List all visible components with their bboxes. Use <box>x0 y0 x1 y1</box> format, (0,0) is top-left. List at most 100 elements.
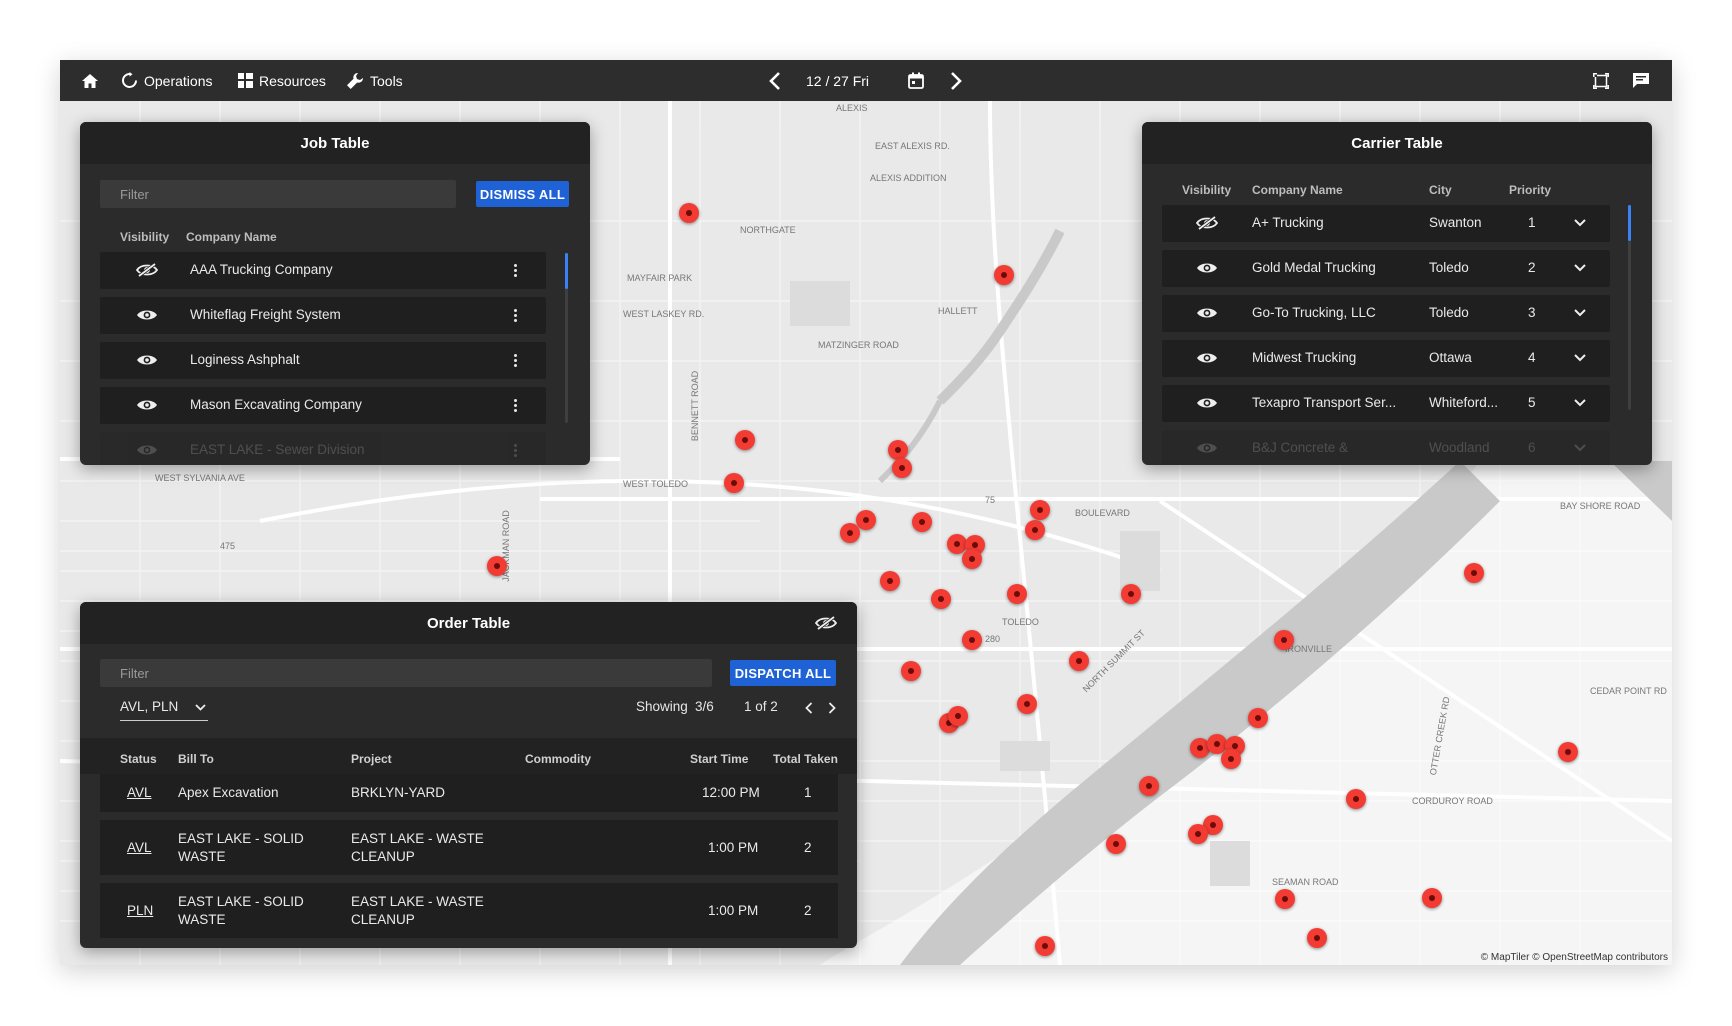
job-pin[interactable] <box>912 512 932 532</box>
job-pin[interactable] <box>888 440 908 460</box>
job-pin[interactable] <box>1422 888 1442 908</box>
eye-icon[interactable] <box>136 308 158 322</box>
eye-icon[interactable] <box>136 398 158 412</box>
chevron-down-icon[interactable] <box>1574 219 1586 227</box>
job-pin[interactable] <box>1346 789 1366 809</box>
order-status[interactable]: AVL <box>127 785 152 800</box>
order-status[interactable]: AVL <box>127 840 152 855</box>
eye-off-icon[interactable] <box>815 616 837 630</box>
job-pin[interactable] <box>962 549 982 569</box>
messages-button[interactable] <box>1632 60 1650 101</box>
more-vert-icon[interactable] <box>514 444 517 457</box>
job-pin[interactable] <box>735 430 755 450</box>
job-pin[interactable] <box>994 265 1014 285</box>
map-label: 475 <box>220 541 236 551</box>
job-row[interactable]: EAST LAKE - Sewer Division <box>100 432 546 465</box>
job-pin[interactable] <box>1025 520 1045 540</box>
showing-count: 3/6 <box>695 699 714 714</box>
home-button[interactable] <box>81 60 99 101</box>
job-pin[interactable] <box>1030 500 1050 520</box>
more-vert-icon[interactable] <box>514 399 517 412</box>
carrier-row[interactable]: Midwest Trucking Ottawa 4 <box>1162 340 1610 377</box>
job-pin[interactable] <box>487 556 507 576</box>
job-row[interactable]: Mason Excavating Company <box>100 387 546 424</box>
job-row[interactable]: Whiteflag Freight System <box>100 297 546 334</box>
job-pin[interactable] <box>1248 708 1268 728</box>
job-pin[interactable] <box>1069 651 1089 671</box>
job-pin[interactable] <box>1558 742 1578 762</box>
job-pin[interactable] <box>1035 936 1055 956</box>
job-pin[interactable] <box>892 458 912 478</box>
job-pin[interactable] <box>840 523 860 543</box>
nav-operations[interactable]: Operations <box>121 60 212 101</box>
carrier-scroll-thumb[interactable] <box>1628 205 1631 241</box>
status-filter-select[interactable]: AVL, PLN <box>120 698 208 721</box>
carrier-row[interactable]: Go-To Trucking, LLC Toledo 3 <box>1162 295 1610 332</box>
job-pin[interactable] <box>1221 749 1241 769</box>
order-row[interactable]: AVL Apex Excavation BRKLYN-YARD 12:00 PM… <box>100 774 838 812</box>
job-pin[interactable] <box>880 571 900 591</box>
more-vert-icon[interactable] <box>514 309 517 322</box>
dispatch-all-button[interactable]: DISPATCH ALL <box>730 660 836 686</box>
carrier-row[interactable]: B&J Concrete & Woodland 6 <box>1162 430 1610 465</box>
job-pin[interactable] <box>1464 563 1484 583</box>
eye-off-icon[interactable] <box>1196 216 1218 230</box>
nav-tools[interactable]: Tools <box>346 60 403 101</box>
job-pin[interactable] <box>679 203 699 223</box>
job-pin[interactable] <box>1007 584 1027 604</box>
chevron-right-icon[interactable] <box>828 702 836 714</box>
more-vert-icon[interactable] <box>514 354 517 367</box>
order-filter-input[interactable]: Filter <box>100 659 712 687</box>
carrier-row[interactable]: Gold Medal Trucking Toledo 2 <box>1162 250 1610 287</box>
eye-icon[interactable] <box>1196 351 1218 365</box>
job-row[interactable]: AAA Trucking Company <box>100 252 546 289</box>
job-pin[interactable] <box>1121 584 1141 604</box>
more-vert-icon[interactable] <box>514 264 517 277</box>
chevron-down-icon[interactable] <box>1574 444 1586 452</box>
chevron-down-icon[interactable] <box>1574 399 1586 407</box>
eye-icon[interactable] <box>1196 261 1218 275</box>
eye-icon[interactable] <box>136 443 158 457</box>
job-pin[interactable] <box>1307 928 1327 948</box>
prev-day-button[interactable] <box>768 60 782 101</box>
job-pin[interactable] <box>1274 630 1294 650</box>
job-pin[interactable] <box>724 473 744 493</box>
job-pin[interactable] <box>856 510 876 530</box>
dismiss-all-button[interactable]: DISMISS ALL <box>476 181 569 207</box>
job-pin[interactable] <box>1106 834 1126 854</box>
job-pin[interactable] <box>931 589 951 609</box>
order-row[interactable]: PLN EAST LAKE - SOLID WASTE EAST LAKE - … <box>100 883 838 938</box>
map-label: NORTHGATE <box>740 225 796 235</box>
job-pin[interactable] <box>1139 776 1159 796</box>
carrier-row[interactable]: Texapro Transport Ser... Whiteford... 5 <box>1162 385 1610 422</box>
eye-off-icon[interactable] <box>136 263 158 277</box>
nav-resources[interactable]: Resources <box>238 60 326 101</box>
job-filter-input[interactable]: Filter <box>100 180 456 208</box>
calendar-button[interactable] <box>908 60 924 101</box>
eye-icon[interactable] <box>136 353 158 367</box>
eye-icon[interactable] <box>1196 306 1218 320</box>
job-pin[interactable] <box>1017 694 1037 714</box>
chevron-down-icon[interactable] <box>1574 309 1586 317</box>
job-pin[interactable] <box>962 630 982 650</box>
order-status[interactable]: PLN <box>127 903 153 918</box>
col-commodity: Commodity <box>525 752 591 766</box>
eye-icon[interactable] <box>1196 441 1218 455</box>
next-day-button[interactable] <box>949 60 963 101</box>
job-pin[interactable] <box>1188 824 1208 844</box>
chevron-down-icon[interactable] <box>1574 354 1586 362</box>
eye-icon[interactable] <box>1196 396 1218 410</box>
job-row[interactable]: Loginess Ashphalt <box>100 342 546 379</box>
company-name: EAST LAKE - Sewer Division <box>190 442 365 457</box>
chevron-left-icon[interactable] <box>805 702 813 714</box>
order-row[interactable]: AVL EAST LAKE - SOLID WASTE EAST LAKE - … <box>100 820 838 875</box>
job-pin[interactable] <box>1275 889 1295 909</box>
chevron-down-icon[interactable] <box>1574 264 1586 272</box>
carrier-name: A+ Trucking <box>1252 215 1324 230</box>
job-scroll-thumb[interactable] <box>565 253 568 289</box>
map-label: 75 <box>985 495 996 505</box>
fullscreen-button[interactable] <box>1593 60 1609 101</box>
job-pin[interactable] <box>901 661 921 681</box>
carrier-row[interactable]: A+ Trucking Swanton 1 <box>1162 205 1610 242</box>
job-pin[interactable] <box>948 706 968 726</box>
